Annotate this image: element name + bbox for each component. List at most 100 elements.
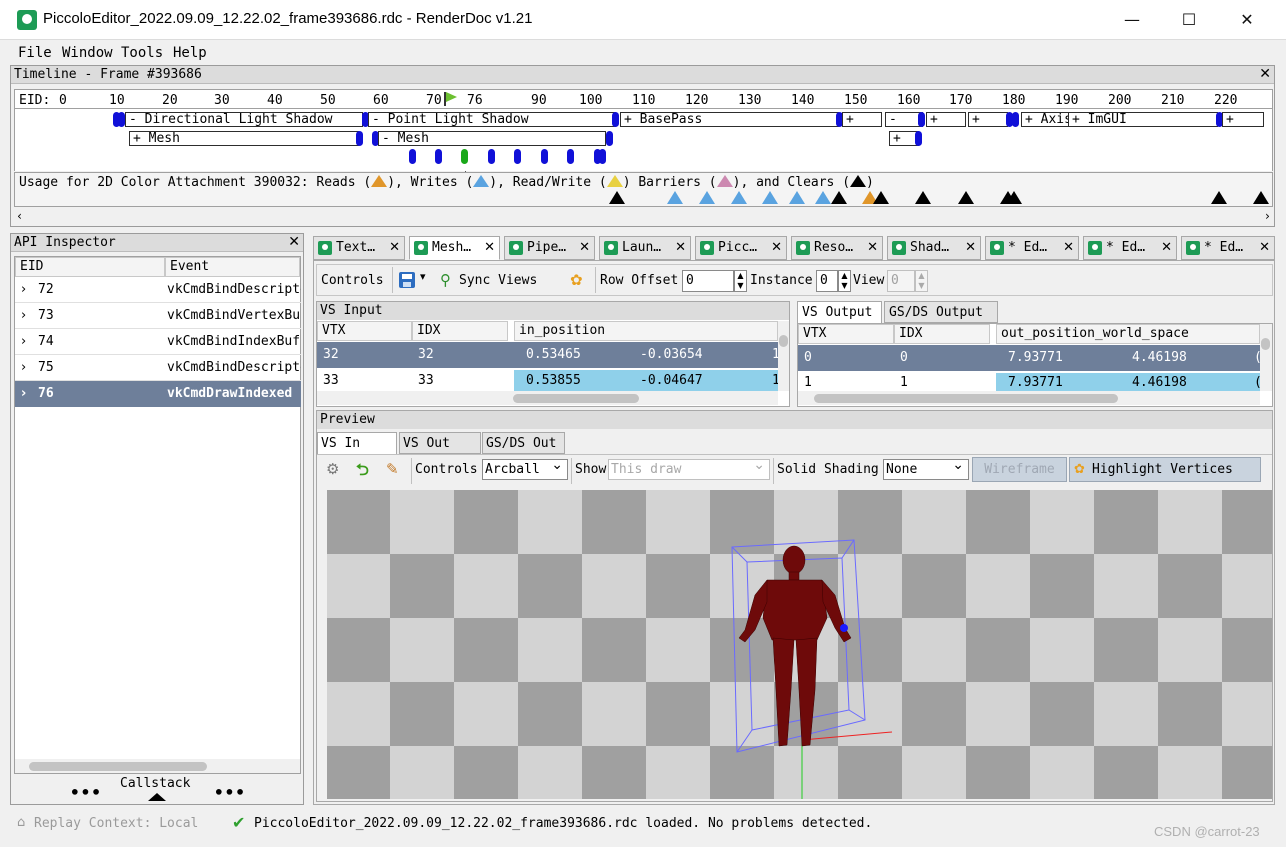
marker-collapsed[interactable]: + — [842, 112, 882, 127]
tab-gs-ds-out[interactable]: GS/DS Out — [482, 432, 565, 454]
tab-close-icon[interactable]: ✕ — [389, 237, 400, 259]
write-marker-icon[interactable] — [789, 191, 805, 204]
instance-input[interactable]: 0 — [816, 270, 838, 292]
tab-launch[interactable]: Laun… ✕ — [599, 236, 691, 260]
callstack-expand-icon[interactable] — [148, 793, 166, 801]
api-scroll-thumb[interactable] — [29, 762, 207, 771]
scroll-thumb[interactable] — [814, 394, 1118, 403]
write-marker-icon[interactable] — [731, 191, 747, 204]
vs-input-hscrollbar[interactable] — [317, 391, 778, 405]
wireframe-button[interactable]: Wireframe — [972, 457, 1067, 482]
solid-shading-select[interactable]: None — [883, 456, 969, 480]
callstack-left-dots[interactable]: ••• — [70, 783, 102, 802]
timeline-close-button[interactable]: ✕ — [1259, 67, 1271, 82]
callstack-right-dots[interactable]: ••• — [214, 783, 246, 802]
tab-gs-ds-output[interactable]: GS/DS Output — [884, 301, 998, 323]
reset-camera-icon[interactable]: ⮌ — [356, 459, 369, 486]
write-marker-icon[interactable] — [699, 191, 715, 204]
tab-close-icon[interactable]: ✕ — [965, 237, 976, 259]
save-dropdown-icon[interactable]: ▾ — [420, 270, 426, 283]
clear-marker-icon[interactable] — [1006, 191, 1022, 204]
marker-point-light-shadow[interactable]: - Point Light Shadow — [368, 112, 616, 127]
sync-views-icon[interactable]: ⚲ — [440, 271, 451, 289]
tab-close-icon[interactable]: ✕ — [1161, 237, 1172, 259]
draw-pill[interactable] — [599, 149, 606, 164]
vs-output-hscrollbar[interactable] — [798, 391, 1260, 405]
api-row[interactable]: › 72 vkCmdBindDescripto — [15, 277, 301, 303]
callstack-label[interactable]: Callstack — [120, 776, 190, 791]
api-inspector-close-button[interactable]: ✕ — [288, 235, 300, 250]
highlight-vertices-button[interactable]: ✿ Highlight Vertices — [1069, 457, 1261, 482]
col-eid-header[interactable]: EID — [15, 257, 165, 277]
api-row-selected[interactable]: › 76 vkCmdDrawIndexed — [15, 381, 301, 407]
timeline-ruler[interactable]: EID: 0 10 20 30 40 50 60 70 76 90 100 11… — [14, 89, 1273, 109]
instance-spinner[interactable]: ▲ ▼ — [838, 270, 851, 292]
clear-marker-icon[interactable] — [915, 191, 931, 204]
tab-close-icon[interactable]: ✕ — [484, 237, 495, 259]
tab-close-icon[interactable]: ✕ — [867, 237, 878, 259]
expand-chevron-icon[interactable]: › — [21, 329, 26, 355]
clear-marker-icon[interactable] — [831, 191, 847, 204]
vtx-column-header[interactable]: VTX — [317, 321, 412, 341]
tab-close-icon[interactable]: ✕ — [1063, 237, 1074, 259]
close-button[interactable]: ✕ — [1218, 0, 1276, 40]
expand-chevron-icon[interactable]: › — [21, 381, 26, 407]
row-offset-spinner[interactable]: ▲ ▼ — [734, 270, 747, 292]
tab-close-icon[interactable]: ✕ — [579, 237, 590, 259]
sync-views-button[interactable]: Sync Views — [459, 273, 537, 288]
clear-marker-icon[interactable] — [609, 191, 625, 204]
tab-editor-3[interactable]: * Ed… ✕ — [1181, 236, 1275, 260]
idx-column-header[interactable]: IDX — [412, 321, 508, 341]
marker-mesh-expanded[interactable]: - Mesh — [378, 131, 606, 146]
clear-marker-icon[interactable] — [1211, 191, 1227, 204]
scroll-right-icon[interactable]: › — [1264, 209, 1271, 223]
settings-gear-icon[interactable]: ⚙ — [326, 460, 339, 478]
draw-pill[interactable] — [514, 149, 521, 164]
api-row[interactable]: › 73 vkCmdBindVertexBuf — [15, 303, 301, 329]
vtx-column-header[interactable]: VTX — [798, 324, 894, 344]
tab-close-icon[interactable]: ✕ — [771, 237, 782, 259]
api-row[interactable]: › 74 vkCmdBindIndexBuff — [15, 329, 301, 355]
tab-editor-2[interactable]: * Ed… ✕ — [1083, 236, 1177, 260]
menu-window[interactable]: Window — [62, 45, 113, 61]
show-select[interactable]: This draw — [608, 456, 770, 480]
tab-piccolo[interactable]: Picc… ✕ — [695, 236, 787, 260]
tab-vs-in[interactable]: VS In — [317, 432, 397, 454]
draw-pill[interactable] — [567, 149, 574, 164]
write-marker-icon[interactable] — [667, 191, 683, 204]
marker-mesh[interactable]: + Mesh — [129, 131, 359, 146]
marker-imgui[interactable]: + ImGUI — [1068, 112, 1218, 127]
expand-chevron-icon[interactable]: › — [21, 355, 26, 381]
maximize-button[interactable]: ☐ — [1160, 0, 1218, 40]
timeline-hscrollbar[interactable]: ‹ › — [14, 209, 1273, 225]
scroll-thumb[interactable] — [1261, 338, 1270, 350]
vs-output-vscrollbar[interactable] — [1260, 324, 1272, 391]
menu-tools[interactable]: Tools — [121, 45, 163, 61]
tab-pipeline-state[interactable]: Pipe… ✕ — [504, 236, 595, 260]
view-spinner[interactable]: ▲ ▼ — [915, 270, 928, 292]
minimize-button[interactable]: — — [1103, 0, 1161, 40]
mesh-preview-viewport[interactable] — [327, 490, 1272, 799]
draw-pill[interactable] — [435, 149, 442, 164]
write-marker-icon[interactable] — [815, 191, 831, 204]
tab-vs-output[interactable]: VS Output — [797, 301, 882, 323]
save-icon[interactable] — [399, 272, 415, 288]
marker-directional-light-shadow[interactable]: - Directional Light Shadow — [125, 112, 363, 127]
marker-axis[interactable]: + Axis — [1021, 112, 1070, 127]
out-position-column-header[interactable]: out_position_world_space — [996, 324, 1260, 344]
clear-marker-icon[interactable] — [1253, 191, 1269, 204]
clear-marker-icon[interactable] — [873, 191, 889, 204]
scroll-thumb[interactable] — [513, 394, 639, 403]
pick-vertex-icon[interactable]: ✎ — [386, 460, 399, 478]
view-input[interactable]: 0 — [887, 270, 915, 292]
clear-marker-icon[interactable] — [958, 191, 974, 204]
marker-basepass[interactable]: + BasePass — [620, 112, 839, 127]
draw-pill[interactable] — [488, 149, 495, 164]
menu-file[interactable]: File — [18, 45, 52, 61]
row-offset-input[interactable]: 0 — [682, 270, 734, 292]
scroll-thumb[interactable] — [779, 335, 788, 347]
column-settings-icon[interactable]: ✿ — [570, 271, 583, 289]
tab-editor-1[interactable]: * Ed… ✕ — [985, 236, 1079, 260]
draw-pill[interactable] — [541, 149, 548, 164]
scroll-left-icon[interactable]: ‹ — [16, 209, 23, 223]
